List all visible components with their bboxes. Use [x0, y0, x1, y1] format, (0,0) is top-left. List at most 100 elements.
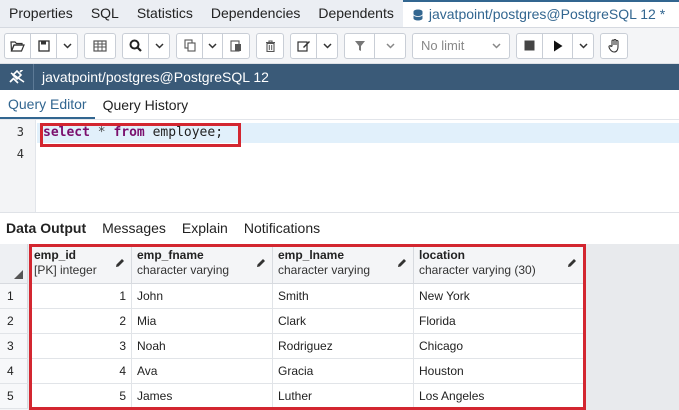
tab-properties[interactable]: Properties — [0, 0, 82, 27]
copy-icon — [183, 39, 196, 52]
pencil-icon[interactable] — [256, 258, 266, 268]
open-file-button[interactable] — [5, 33, 31, 58]
limit-select-value: No limit — [421, 38, 465, 53]
table-cell[interactable]: New York — [414, 284, 584, 309]
row-number[interactable]: 2 — [0, 309, 28, 334]
table-cell[interactable]: 4 — [29, 359, 132, 384]
column-header-emp-lname[interactable]: emp_lname character varying — [273, 244, 414, 284]
table-cell[interactable]: Smith — [273, 284, 414, 309]
copy-dropdown-button[interactable] — [203, 33, 223, 58]
table-cell[interactable]: Houston — [414, 359, 584, 384]
edit-icon — [296, 40, 310, 52]
pencil-icon[interactable] — [397, 258, 407, 268]
stop-button[interactable] — [517, 33, 543, 58]
save-dropdown-button[interactable] — [57, 34, 77, 58]
column-type: character varying — [137, 263, 230, 277]
tab-explain[interactable]: Explain — [174, 213, 236, 244]
execute-button[interactable] — [543, 33, 573, 58]
tab-data-output[interactable]: Data Output — [0, 213, 94, 244]
table-cell[interactable]: 2 — [29, 309, 132, 334]
execute-dropdown-button[interactable] — [573, 34, 593, 58]
delete-row-button[interactable] — [257, 34, 283, 58]
edit-dropdown-button[interactable] — [317, 34, 337, 58]
execute-group — [516, 32, 594, 59]
delete-icon — [265, 39, 275, 52]
select-all-corner[interactable] — [0, 244, 28, 284]
chevron-down-icon — [578, 42, 588, 49]
column-type: character varying (30) — [419, 263, 536, 277]
find-button[interactable] — [123, 33, 149, 58]
row-number[interactable]: 1 — [0, 284, 28, 309]
filter-button[interactable] — [345, 33, 375, 58]
column-name: location — [419, 248, 466, 262]
line-number: 4 — [16, 147, 24, 161]
table-cell[interactable]: Noah — [132, 334, 273, 359]
table-cell[interactable]: Los Angeles — [414, 384, 584, 409]
connection-label[interactable]: javatpoint/postgres@PostgreSQL 12 — [34, 69, 269, 85]
filter-group — [344, 32, 406, 59]
row-number[interactable]: 4 — [0, 359, 28, 384]
table-cell[interactable]: Ava — [132, 359, 273, 384]
database-icon — [412, 9, 423, 20]
chevron-down-icon — [492, 42, 501, 49]
table-cell[interactable]: Chicago — [414, 334, 584, 359]
table-cell[interactable]: Clark — [273, 309, 414, 334]
table-cell[interactable]: Luther — [273, 384, 414, 409]
pencil-icon[interactable] — [567, 258, 577, 268]
editor-line[interactable] — [37, 145, 679, 165]
table-cell[interactable]: Gracia — [273, 359, 414, 384]
find-dropdown-button[interactable] — [149, 34, 169, 58]
query-tab-bar: Query Editor Query History — [0, 90, 679, 120]
limit-group: No limit — [412, 32, 510, 59]
tab-query-editor[interactable]: Query Editor — [0, 90, 95, 119]
filter-dropdown-button[interactable] — [375, 34, 405, 58]
column-header-emp-fname[interactable]: emp_fname character varying — [132, 244, 273, 284]
table-cell[interactable]: John — [132, 284, 273, 309]
edit-button[interactable] — [291, 33, 317, 58]
tab-statistics[interactable]: Statistics — [128, 0, 202, 27]
chevron-down-icon — [385, 42, 395, 49]
table-cell[interactable]: 3 — [29, 334, 132, 359]
sql-editor[interactable]: 3 4 select * from employee; — [0, 120, 679, 212]
row-number[interactable]: 3 — [0, 334, 28, 359]
grid-group — [84, 32, 116, 59]
tab-dependencies[interactable]: Dependencies — [202, 0, 310, 27]
tab-query-tool[interactable]: javatpoint/postgres@PostgreSQL 12 * — [402, 0, 679, 27]
column-header-location[interactable]: location character varying (30) — [414, 244, 584, 284]
copy-button[interactable] — [177, 33, 203, 58]
macros-button[interactable] — [601, 34, 627, 58]
folder-open-icon — [10, 40, 25, 52]
delete-group — [256, 32, 284, 59]
paste-button[interactable] — [223, 34, 249, 58]
limit-select[interactable]: No limit — [413, 34, 509, 58]
result-tab-bar: Data Output Messages Explain Notificatio… — [0, 212, 679, 244]
tab-messages[interactable]: Messages — [94, 213, 174, 244]
tab-query-history[interactable]: Query History — [95, 90, 197, 119]
table-cell[interactable]: Rodriguez — [273, 334, 414, 359]
table-cell[interactable]: Mia — [132, 309, 273, 334]
top-tab-bar: Properties SQL Statistics Dependencies D… — [0, 0, 679, 28]
save-button[interactable] — [31, 33, 57, 58]
table-cell[interactable]: Florida — [414, 309, 584, 334]
query-highlight-box — [40, 123, 241, 147]
tab-dependents[interactable]: Dependents — [309, 0, 403, 27]
column-header-emp-id[interactable]: emp_id [PK] integer — [29, 244, 132, 284]
tab-notifications[interactable]: Notifications — [236, 213, 328, 244]
save-icon — [37, 39, 50, 52]
chevron-down-icon — [154, 42, 164, 49]
play-icon — [553, 40, 562, 51]
column-name: emp_lname — [278, 248, 345, 262]
connection-status-button[interactable] — [0, 64, 34, 90]
tab-query-tool-label: javatpoint/postgres@PostgreSQL 12 * — [428, 6, 666, 22]
row-number[interactable]: 5 — [0, 384, 28, 409]
table-cell[interactable]: 5 — [29, 384, 132, 409]
plug-icon — [8, 70, 24, 84]
file-group — [4, 32, 78, 59]
tab-sql[interactable]: SQL — [82, 0, 128, 27]
table-cell[interactable]: 1 — [29, 284, 132, 309]
select-all-icon — [14, 270, 23, 279]
pencil-icon[interactable] — [115, 258, 125, 268]
edit-grid-button[interactable] — [85, 34, 115, 58]
table-cell[interactable]: James — [132, 384, 273, 409]
connection-bar: javatpoint/postgres@PostgreSQL 12 — [0, 64, 679, 90]
